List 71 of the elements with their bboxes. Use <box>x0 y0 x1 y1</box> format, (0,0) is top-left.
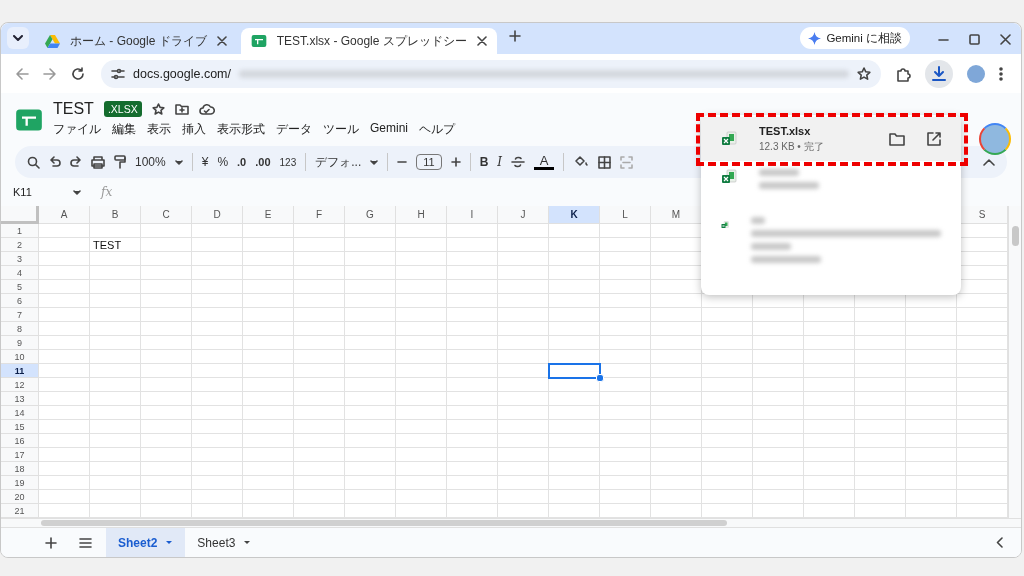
row-header[interactable]: 19 <box>1 476 39 490</box>
gemini-button[interactable]: Gemini に相談 <box>800 27 910 49</box>
column-header[interactable]: K <box>549 206 600 224</box>
file-type-badge: .XLSX <box>103 101 142 117</box>
italic-button[interactable]: I <box>497 155 503 169</box>
menu-item[interactable]: Gemini <box>370 120 408 139</box>
row-header[interactable]: 14 <box>1 406 39 420</box>
formula-label: fx <box>101 185 113 199</box>
row-header[interactable]: 4 <box>1 266 39 280</box>
row-header[interactable]: 7 <box>1 308 39 322</box>
row-header[interactable]: 1 <box>1 224 39 238</box>
zoom-select[interactable]: 100% <box>135 155 166 169</box>
menu-item[interactable]: 表示 <box>147 120 171 139</box>
row-header[interactable]: 18 <box>1 462 39 476</box>
row-header[interactable]: 15 <box>1 420 39 434</box>
menu-item[interactable]: ツール <box>323 120 359 139</box>
row-header[interactable]: 21 <box>1 504 39 518</box>
column-header[interactable]: C <box>141 206 192 224</box>
font-select[interactable]: デフォ... <box>315 153 362 171</box>
browser-tab[interactable]: TEST.xlsx - Google スプレッドシー <box>240 28 497 54</box>
menu-item[interactable]: ヘルプ <box>419 120 455 139</box>
row-header[interactable]: 13 <box>1 392 39 406</box>
row-header[interactable]: 10 <box>1 350 39 364</box>
menu-item[interactable]: 編集 <box>112 120 136 139</box>
column-header[interactable]: E <box>243 206 294 224</box>
menu-item[interactable]: ファイル <box>53 120 101 139</box>
url-text: docs.google.com/ <box>133 66 231 81</box>
column-header[interactable]: M <box>651 206 702 224</box>
document-title[interactable]: TEST <box>53 100 94 118</box>
column-header[interactable]: J <box>498 206 549 224</box>
row-header[interactable]: 9 <box>1 336 39 350</box>
font-size-field[interactable]: 11 <box>416 154 442 170</box>
bold-button[interactable]: B <box>479 155 489 169</box>
column-header[interactable]: I <box>447 206 498 224</box>
row-header[interactable]: 17 <box>1 448 39 462</box>
decrease-decimal-button[interactable]: .0 <box>237 156 247 168</box>
table-cell: TEST <box>93 239 122 251</box>
tab-title: ホーム - Google ドライブ <box>70 32 207 50</box>
column-header[interactable]: F <box>294 206 345 224</box>
sheet-tab[interactable]: Sheet2 <box>106 528 186 557</box>
row-header[interactable]: 3 <box>1 252 39 266</box>
column-header[interactable]: D <box>192 206 243 224</box>
browser-tab[interactable]: ホーム - Google ドライブ <box>35 28 237 54</box>
column-header[interactable]: A <box>39 206 90 224</box>
row-header[interactable]: 2 <box>1 238 39 252</box>
currency-button[interactable]: ¥ <box>201 155 209 169</box>
sheet-tab[interactable]: Sheet3 <box>185 528 264 557</box>
name-box[interactable]: K11 <box>13 186 73 198</box>
menu-item[interactable]: 表示形式 <box>217 120 265 139</box>
menu-item[interactable]: データ <box>276 120 312 139</box>
row-header[interactable]: 8 <box>1 322 39 336</box>
tab-title: TEST.xlsx - Google スプレッドシー <box>276 32 467 50</box>
row-header[interactable]: 12 <box>1 378 39 392</box>
row-header[interactable]: 16 <box>1 434 39 448</box>
column-header[interactable]: B <box>90 206 141 224</box>
percent-button[interactable]: % <box>217 155 229 169</box>
download-file-name: TEST.xlsx <box>759 124 812 137</box>
row-header[interactable]: 5 <box>1 280 39 294</box>
column-header[interactable]: G <box>345 206 396 224</box>
address-bar[interactable]: docs.google.com/ <box>101 59 881 88</box>
column-header[interactable]: H <box>396 206 447 224</box>
increase-decimal-button[interactable]: .00 <box>255 156 271 168</box>
column-header[interactable]: L <box>600 206 651 224</box>
row-header[interactable]: 6 <box>1 294 39 308</box>
download-status: 12.3 KB • 完了 <box>759 139 825 154</box>
download-item[interactable]: TEST.xlsx 12.3 KB • 完了 <box>701 117 961 161</box>
row-header[interactable]: 20 <box>1 490 39 504</box>
text-color-button[interactable]: A <box>534 154 555 170</box>
row-header[interactable]: 11 <box>1 364 39 378</box>
menu-item[interactable]: 挿入 <box>182 120 206 139</box>
number-format-button[interactable]: 123 <box>279 156 297 168</box>
